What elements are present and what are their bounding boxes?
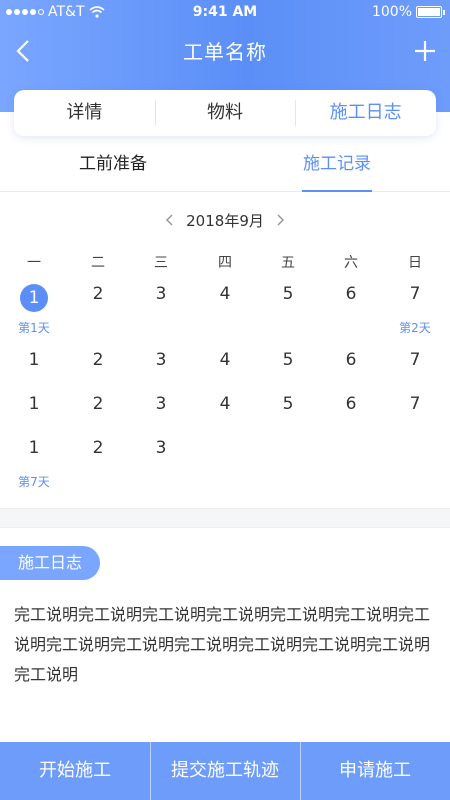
- calendar-day[interactable]: 3: [141, 394, 181, 414]
- status-right: 100%: [371, 4, 445, 20]
- nav-bar: 工单名称: [0, 26, 450, 76]
- page-title: 工单名称: [183, 40, 267, 64]
- weekday-header: 一二三四五六日: [0, 252, 450, 274]
- active-tab-indicator: [302, 190, 372, 192]
- calendar-day[interactable]: 3: [141, 284, 181, 304]
- calendar-day-number: 3: [155, 284, 167, 304]
- weekday-label: 日: [408, 255, 422, 271]
- calendar-day[interactable]: 2: [78, 394, 118, 414]
- calendar-day[interactable]: 2: [78, 350, 118, 370]
- calendar-day-number: 1: [28, 438, 40, 458]
- calendar-day-number: 2: [92, 438, 104, 458]
- tab-construction-log[interactable]: 施工日志: [295, 90, 436, 136]
- battery-percent: 100%: [371, 4, 412, 20]
- calendar-day-number: 1: [28, 350, 40, 370]
- day-index-tag: 第1天: [18, 321, 50, 335]
- calendar-day[interactable]: 5: [268, 284, 308, 304]
- calendar-day-number: 3: [155, 438, 167, 458]
- start-construction-button[interactable]: 开始施工: [0, 742, 150, 800]
- calendar-day[interactable]: 1: [14, 284, 54, 312]
- calendar-day[interactable]: 3: [141, 438, 181, 458]
- calendar-day[interactable]: 4: [205, 350, 245, 370]
- calendar-day-number: 5: [282, 394, 294, 414]
- month-label: 2018年9月: [186, 211, 264, 230]
- calendar-day-number: 2: [92, 284, 104, 304]
- log-text: 完工说明完工说明完工说明完工说明完工说明完工说明完工说明完工说明完工说明完工说明…: [14, 605, 431, 684]
- section-divider: [0, 508, 450, 528]
- calendar-day[interactable]: 3: [141, 350, 181, 370]
- calendar-day[interactable]: 1: [14, 438, 54, 458]
- next-month-icon[interactable]: [274, 212, 286, 228]
- calendar-day-number: 2: [92, 394, 104, 414]
- weekday-label: 三: [154, 255, 168, 271]
- calendar-day-number: 4: [219, 350, 231, 370]
- calendar-day-number: 2: [92, 350, 104, 370]
- month-selector: 2018年9月: [0, 206, 450, 234]
- tab-materials[interactable]: 物料: [154, 90, 296, 136]
- calendar-day-number: 1: [28, 394, 40, 414]
- calendar-day[interactable]: 7: [395, 350, 435, 370]
- calendar-day[interactable]: 1: [14, 394, 54, 414]
- apply-construction-button[interactable]: 申请施工: [300, 742, 450, 800]
- calendar-day[interactable]: 7: [395, 394, 435, 414]
- tab-construction-records-label: 施工记录: [303, 154, 371, 174]
- calendar-day-number: 3: [155, 394, 167, 414]
- calendar-day-number: 6: [345, 350, 357, 370]
- day-index-tag: 第7天: [18, 475, 50, 489]
- calendar-day-number: 1: [20, 284, 48, 312]
- tab-details[interactable]: 详情: [14, 90, 155, 136]
- tab-preparation-label: 工前准备: [79, 154, 147, 174]
- tab-preparation[interactable]: 工前准备: [38, 140, 188, 192]
- calendar-day-number: 6: [345, 394, 357, 414]
- calendar-day[interactable]: 2: [78, 438, 118, 458]
- submit-track-button[interactable]: 提交施工轨迹: [150, 742, 300, 800]
- calendar-day-number: 3: [155, 350, 167, 370]
- weekday-label: 六: [344, 255, 358, 271]
- calendar-day-number: 4: [219, 394, 231, 414]
- calendar-day[interactable]: 6: [331, 350, 371, 370]
- calendar-day[interactable]: 5: [268, 394, 308, 414]
- calendar-day-number: 6: [345, 284, 357, 304]
- calendar-day-number: 5: [282, 284, 294, 304]
- weekday-label: 一: [27, 255, 41, 271]
- calendar-day[interactable]: 4: [205, 394, 245, 414]
- battery-icon: [416, 6, 445, 18]
- calendar-day[interactable]: 6: [331, 394, 371, 414]
- calendar-day[interactable]: 5: [268, 350, 308, 370]
- segment-tabs: 详情 物料 施工日志: [14, 90, 436, 136]
- calendar-day-number: 4: [219, 284, 231, 304]
- calendar-day[interactable]: 7: [395, 284, 435, 304]
- weekday-label: 四: [218, 255, 232, 271]
- calendar-day[interactable]: 6: [331, 284, 371, 304]
- log-label: 施工日志: [0, 546, 100, 580]
- prev-month-icon[interactable]: [164, 212, 176, 228]
- calendar-day-number: 5: [282, 350, 294, 370]
- plus-icon[interactable]: [412, 36, 438, 66]
- calendar-day-number: 7: [409, 350, 421, 370]
- weekday-label: 二: [91, 255, 105, 271]
- calendar-day[interactable]: 1: [14, 350, 54, 370]
- calendar-day[interactable]: 4: [205, 284, 245, 304]
- calendar-day[interactable]: 2: [78, 284, 118, 304]
- bottom-action-bar: 开始施工 提交施工轨迹 申请施工: [0, 742, 450, 800]
- status-bar: AT&T 9:41 AM 100%: [0, 0, 450, 26]
- day-index-tag: 第2天: [399, 321, 431, 335]
- tab-construction-records[interactable]: 施工记录: [262, 140, 412, 192]
- weekday-label: 五: [281, 255, 295, 271]
- calendar-day-number: 7: [409, 284, 421, 304]
- calendar-day-number: 7: [409, 394, 421, 414]
- sub-tabs: 工前准备 施工记录: [0, 140, 450, 192]
